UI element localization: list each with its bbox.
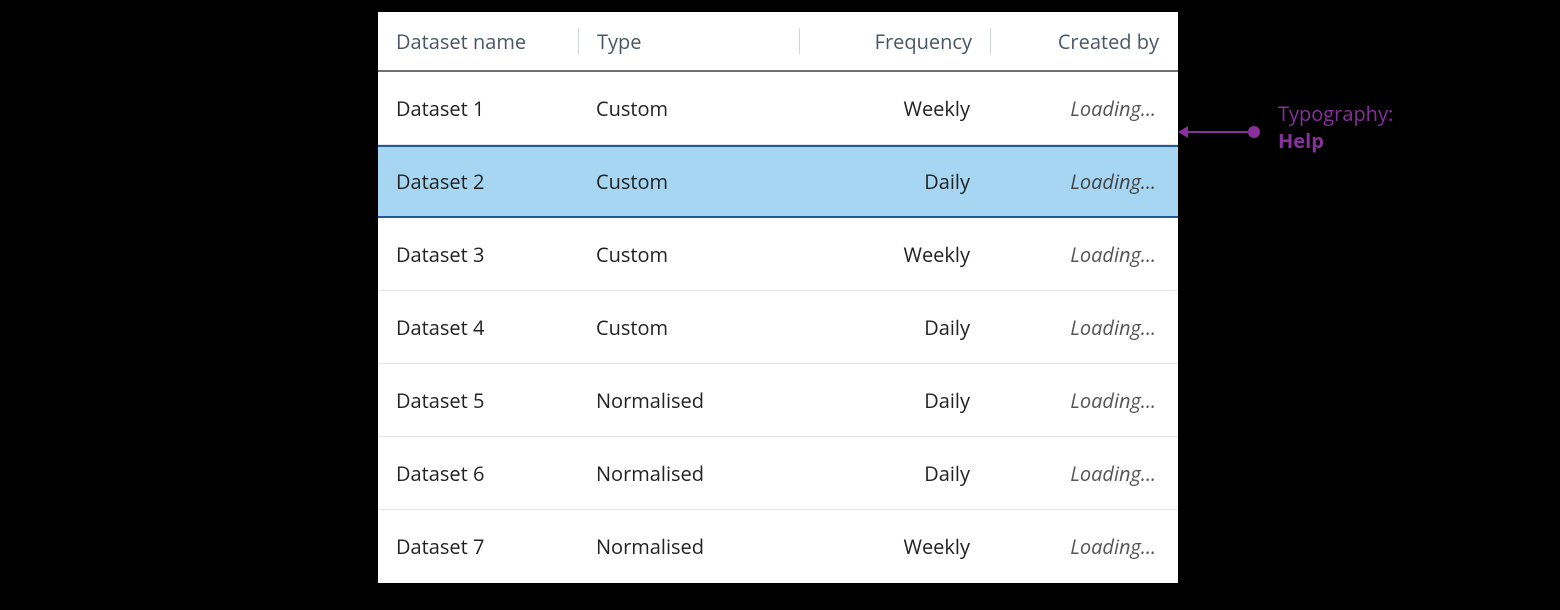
column-header-dataset-name[interactable]: Dataset name [378,27,578,55]
column-header-created-by[interactable]: Created by [991,27,1177,55]
cell-frequency: Weekly [798,533,988,560]
cell-created-by: Loading... [988,460,1174,487]
cell-dataset-name: Dataset 6 [378,460,578,487]
table-row[interactable]: Dataset 2CustomDaily Loading... [378,145,1178,218]
arrow-left-icon [1178,126,1188,138]
cell-frequency: Daily [798,168,988,195]
column-header-type[interactable]: Type [579,27,799,55]
cell-dataset-name: Dataset 7 [378,533,578,560]
annotation-dot-icon [1248,126,1260,138]
cell-type: Custom [578,314,798,341]
cell-created-by: Loading... [988,241,1174,268]
table-row[interactable]: Dataset 5NormalisedDaily Loading... [378,364,1178,437]
table-row[interactable]: Dataset 7NormalisedWeekly Loading... [378,510,1178,583]
cell-type: Custom [578,241,798,268]
dataset-table: Dataset name Type Frequency Created by D… [378,12,1178,583]
cell-created-by: Loading... [988,387,1174,414]
cell-created-by: Loading... [988,533,1174,560]
loading-text: Loading... [1070,95,1156,122]
cell-type: Normalised [578,533,798,560]
cell-dataset-name: Dataset 4 [378,314,578,341]
cell-frequency: Daily [798,314,988,341]
table-row[interactable]: Dataset 3CustomWeekly Loading... [378,218,1178,291]
cell-type: Normalised [578,460,798,487]
annotation-line2: Help [1278,127,1324,154]
loading-text: Loading... [1070,387,1156,414]
cell-type: Custom [578,95,798,122]
cell-dataset-name: Dataset 3 [378,241,578,268]
annotation-line [1188,131,1248,133]
annotation-line1: Typography: [1278,100,1393,127]
loading-text: Loading... [1070,533,1156,560]
cell-created-by: Loading... [988,168,1174,195]
loading-text: Loading... [1070,168,1156,195]
cell-type: Normalised [578,387,798,414]
cell-created-by: Loading... [988,95,1174,122]
cell-frequency: Daily [798,387,988,414]
table-row[interactable]: Dataset 4CustomDaily Loading... [378,291,1178,364]
cell-dataset-name: Dataset 2 [378,168,578,195]
column-header-frequency[interactable]: Frequency [800,27,990,55]
cell-dataset-name: Dataset 5 [378,387,578,414]
cell-created-by: Loading... [988,314,1174,341]
table-row[interactable]: Dataset 1CustomWeekly Loading... [378,72,1178,145]
table-body: Dataset 1CustomWeeklyLoading...Dataset 2… [378,72,1178,583]
annotation-text: Typography: Help [1278,100,1393,154]
cell-frequency: Weekly [798,95,988,122]
cell-frequency: Daily [798,460,988,487]
table-row[interactable]: Dataset 6NormalisedDaily Loading... [378,437,1178,510]
loading-text: Loading... [1070,314,1156,341]
cell-dataset-name: Dataset 1 [378,95,578,122]
typography-annotation: Typography: Help [1178,103,1538,151]
loading-text: Loading... [1070,460,1156,487]
cell-frequency: Weekly [798,241,988,268]
table-header-row: Dataset name Type Frequency Created by [378,12,1178,72]
loading-text: Loading... [1070,241,1156,268]
cell-type: Custom [578,168,798,195]
